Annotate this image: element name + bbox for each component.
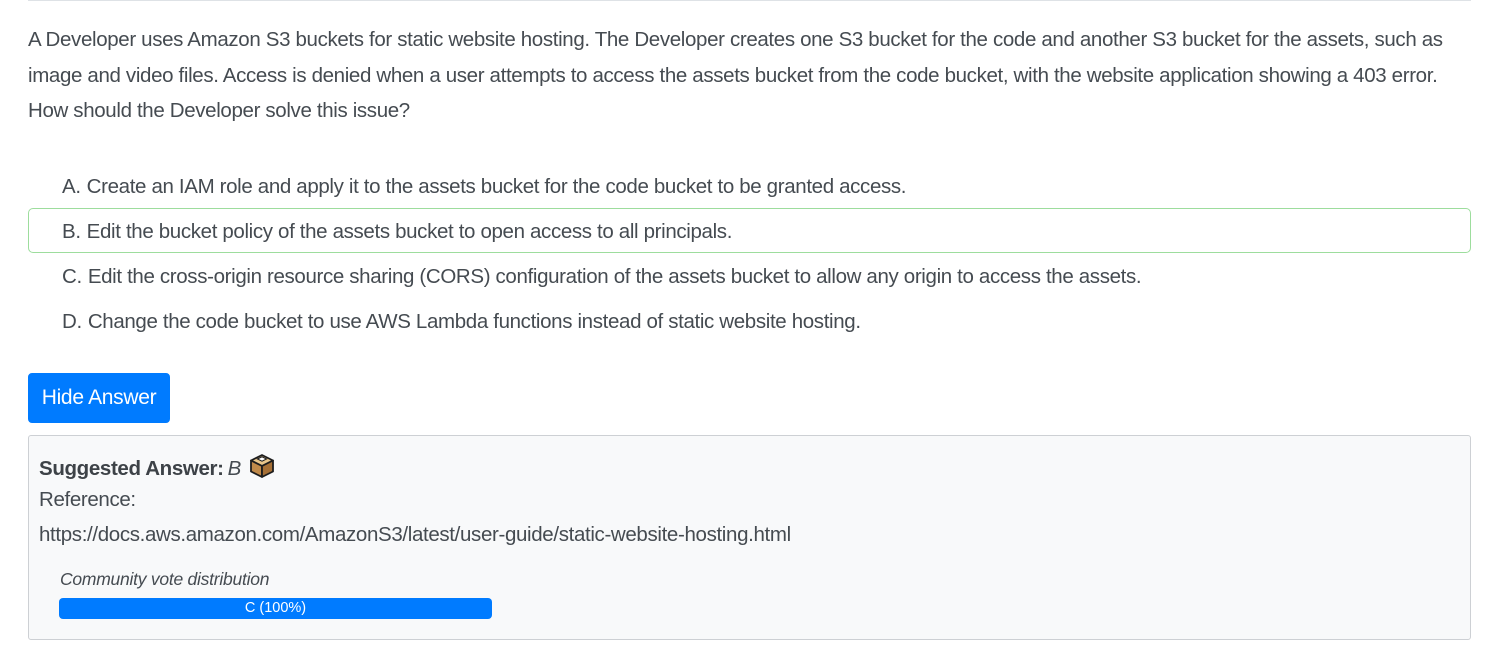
question-body: A Developer uses Amazon S3 buckets for s… [28,28,1443,87]
suggested-answer-label: Suggested Answer: [39,457,224,480]
reference-link[interactable]: https://docs.aws.amazon.com/AmazonS3/lat… [39,523,791,547]
choice-text: Edit the cross-origin resource sharing (… [87,265,1142,288]
vote-distribution-title: Community vote distribution [60,569,270,589]
choice-text: Edit the bucket policy of the assets buc… [86,220,733,243]
vote-progress-fill: C (100%) [59,598,492,619]
answer-panel: Suggested Answer: B Reference: https://do… [28,435,1471,640]
ballot-box-icon[interactable] [249,453,275,485]
choice-letter: C. [62,265,82,288]
choice-list: A. Create an IAM role and apply it to the… [28,163,1471,343]
choice-letter: A. [62,175,81,198]
vote-progress-bar: C (100%) [59,598,492,619]
choice-letter: D. [62,310,82,333]
choice-b[interactable]: B. Edit the bucket policy of the assets b… [28,208,1471,253]
question-text: A Developer uses Amazon S3 buckets for s… [28,22,1468,129]
choice-letter: B. [62,220,81,243]
choice-d[interactable]: D. Change the code bucket to use AWS Lamb… [28,298,1471,343]
suggested-answer-value: B [227,457,242,480]
choice-text: Change the code bucket to use AWS Lambda… [87,310,861,333]
choice-a[interactable]: A. Create an IAM role and apply it to the… [28,163,1471,208]
top-divider [28,0,1471,1]
reference-label: Reference: [39,488,136,511]
suggested-answer: Suggested Answer: B [39,453,275,485]
question-prompt: How should the Developer solve this issu… [28,99,410,122]
hide-answer-button[interactable]: Hide Answer [28,373,170,423]
choice-c[interactable]: C. Edit the cross-origin resource sharing… [28,253,1471,298]
choice-text: Create an IAM role and apply it to the a… [86,175,907,198]
